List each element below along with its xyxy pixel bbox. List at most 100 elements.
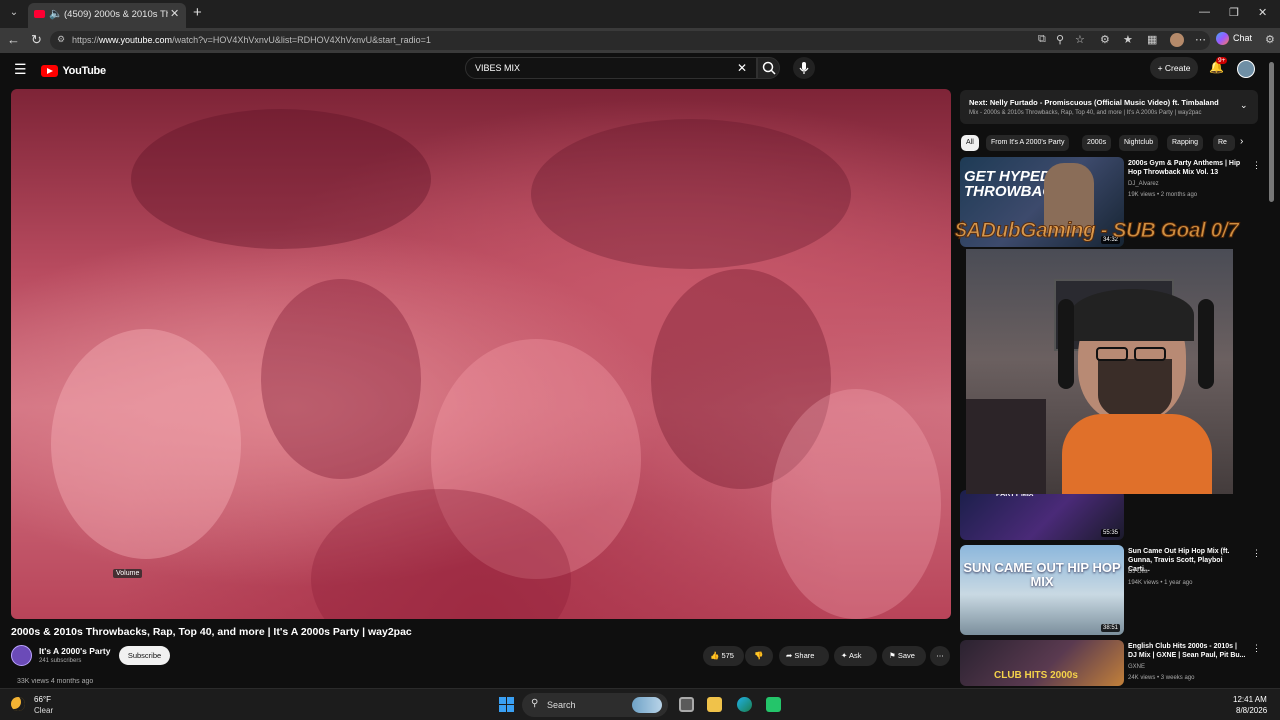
- youtube-favicon-icon: [34, 10, 45, 18]
- up-next-title: Next: Nelly Furtado - Promiscuous (Offic…: [969, 98, 1219, 107]
- chip-rapping[interactable]: Rapping: [1167, 135, 1204, 151]
- extensions-icon[interactable]: ⚙: [1100, 33, 1110, 46]
- kebab-menu-icon[interactable]: ⋮: [1252, 643, 1258, 654]
- favorite-star-icon[interactable]: ☆: [1075, 33, 1085, 46]
- thumbnail-text: CLUB HITS 2000s: [994, 670, 1078, 681]
- thumbs-down-icon: 👎: [754, 651, 764, 660]
- subscriber-count: 241 subscribers: [39, 658, 82, 664]
- taskbar-search-label: Search: [547, 700, 576, 710]
- sub-goal-overlay: $ADubGaming - SUB Goal 0/7: [954, 219, 1239, 243]
- chip-2000s[interactable]: 2000s: [1082, 135, 1112, 151]
- chip-related[interactable]: Re: [1213, 135, 1235, 151]
- windows-start-icon[interactable]: [499, 697, 514, 712]
- create-label: Create: [1164, 63, 1191, 73]
- guide-menu-icon[interactable]: ☰: [14, 61, 27, 78]
- search-input[interactable]: VIBES MIX ✕: [465, 57, 757, 79]
- url-text: https://www.youtube.com/watch?v=HOV4XhVx…: [72, 35, 431, 45]
- video-title[interactable]: 2000s Gym & Party Anthems | Hip Hop Thro…: [1128, 159, 1246, 177]
- ask-label: Ask: [848, 651, 862, 660]
- chevron-right-icon[interactable]: ›: [1240, 136, 1243, 147]
- moon-weather-icon[interactable]: [11, 697, 25, 711]
- recommended-video[interactable]: PARTY MIX 55:35: [960, 490, 1258, 540]
- share-icon: ➦: [786, 651, 793, 660]
- recommended-video[interactable]: SUN CAME OUT HIP HOP MIX 38:51 Sun Came …: [960, 545, 1261, 635]
- video-thumbnail[interactable]: SUN CAME OUT HIP HOP MIX 38:51: [960, 545, 1124, 635]
- reload-icon[interactable]: ↻: [31, 32, 42, 48]
- youtube-logo[interactable]: YouTube: [41, 62, 106, 80]
- taskbar-search-box[interactable]: ⚲ Search: [522, 693, 668, 717]
- chip-nightclub[interactable]: Nightclub: [1119, 135, 1159, 151]
- clock-time[interactable]: 12:41 AM: [1233, 695, 1267, 704]
- video-title[interactable]: English Club Hits 2000s - 2010s | DJ Mix…: [1128, 642, 1246, 660]
- new-tab-button[interactable]: +: [193, 4, 202, 21]
- back-icon[interactable]: ←: [7, 32, 20, 47]
- chip-all[interactable]: All: [961, 135, 979, 151]
- like-button[interactable]: 👍 575: [703, 646, 744, 666]
- chevron-down-icon[interactable]: ⌄: [1240, 100, 1248, 111]
- collections-icon[interactable]: ▦: [1147, 33, 1157, 46]
- webcam-overlay: [966, 249, 1233, 494]
- save-label: Save: [897, 651, 915, 660]
- kebab-menu-icon[interactable]: ⋮: [1252, 548, 1261, 559]
- search-button[interactable]: [757, 57, 780, 79]
- channel-name[interactable]: DJ Otis: [1128, 569, 1148, 575]
- browser-tab-active[interactable]: 🔈 (4509) 2000s & 2010s Throwb ✕: [28, 3, 186, 28]
- speaker-icon[interactable]: 🔈: [49, 7, 63, 20]
- video-player[interactable]: [11, 89, 951, 619]
- video-duration: 55:35: [1100, 529, 1120, 537]
- browser-profile-avatar[interactable]: [1170, 33, 1184, 47]
- task-view-icon[interactable]: [679, 697, 694, 712]
- channel-name[interactable]: DJ_Alvarez: [1128, 181, 1159, 187]
- video-meta: 24K views • 3 weeks ago: [1128, 675, 1195, 681]
- video-title: 2000s & 2010s Throwbacks, Rap, Top 40, a…: [11, 626, 412, 638]
- more-actions-button[interactable]: ⋯: [930, 646, 950, 666]
- thumbs-up-icon: 👍: [710, 651, 720, 660]
- site-info-icon[interactable]: ⚙: [57, 34, 65, 45]
- kebab-menu-icon[interactable]: ⋮: [1252, 160, 1261, 171]
- dislike-button[interactable]: 👎: [745, 646, 773, 666]
- create-button[interactable]: + Create: [1150, 57, 1198, 79]
- edge-browser-icon[interactable]: [737, 697, 752, 712]
- voice-search-button[interactable]: [793, 57, 815, 79]
- minimize-icon[interactable]: —: [1199, 6, 1210, 18]
- more-menu-icon[interactable]: ⋯: [1195, 33, 1206, 46]
- maximize-icon[interactable]: ❐: [1229, 6, 1239, 19]
- close-tab-icon[interactable]: ✕: [170, 7, 179, 20]
- sidebar-toggle-icon[interactable]: ⚙: [1265, 33, 1275, 46]
- channel-name[interactable]: GXNE: [1128, 664, 1145, 670]
- save-button[interactable]: ⚑ Save: [882, 646, 926, 666]
- video-meta: 19K views • 2 months ago: [1128, 192, 1198, 198]
- video-meta: 194K views • 1 year ago: [1128, 580, 1193, 586]
- chip-from-channel[interactable]: From It's A 2000's Party: [986, 135, 1070, 151]
- weather-temperature[interactable]: 66°F: [34, 695, 51, 704]
- video-thumbnail[interactable]: CLUB HITS 2000s: [960, 640, 1124, 686]
- share-button[interactable]: ➦ Share: [779, 646, 829, 666]
- window-close-icon[interactable]: ✕: [1258, 6, 1267, 19]
- bookmark-icon: ⚑: [889, 651, 896, 660]
- ask-button[interactable]: ✦ Ask: [834, 646, 877, 666]
- subscribe-button[interactable]: Subscribe: [119, 646, 170, 665]
- clear-search-icon[interactable]: ✕: [737, 61, 747, 75]
- tab-title: (4509) 2000s & 2010s Throwb: [64, 9, 168, 20]
- up-next-panel[interactable]: Next: Nelly Furtado - Promiscuous (Offic…: [960, 90, 1258, 124]
- channel-name[interactable]: It's A 2000's Party: [39, 646, 110, 656]
- file-explorer-icon[interactable]: [707, 697, 722, 712]
- zoom-icon[interactable]: ⚲: [1056, 33, 1064, 46]
- recommended-video[interactable]: CLUB HITS 2000s English Club Hits 2000s …: [960, 640, 1258, 686]
- app-icon[interactable]: [766, 697, 781, 712]
- video-thumbnail[interactable]: PARTY MIX 55:35: [960, 490, 1124, 540]
- like-count: 575: [721, 651, 734, 660]
- weather-condition: Clear: [34, 706, 54, 715]
- favorites-icon[interactable]: ★: [1123, 33, 1133, 46]
- address-bar[interactable]: ⚙ https://www.youtube.com/watch?v=HOV4Xh…: [50, 31, 1210, 50]
- search-input-value: VIBES MIX: [475, 63, 521, 73]
- scrollbar-thumb[interactable]: [1269, 62, 1274, 202]
- channel-avatar[interactable]: [11, 645, 32, 666]
- up-next-subtitle: Mix - 2000s & 2010s Throwbacks, Rap, Top…: [969, 110, 1202, 116]
- open-in-app-icon[interactable]: ⧉: [1038, 33, 1046, 46]
- copilot-chat-button[interactable]: Chat: [1216, 32, 1252, 45]
- account-avatar[interactable]: [1237, 60, 1255, 78]
- plus-icon: +: [1157, 63, 1165, 73]
- tab-actions-menu-icon[interactable]: ⌄: [6, 5, 22, 21]
- view-count-date: 33K views 4 months ago: [17, 678, 94, 685]
